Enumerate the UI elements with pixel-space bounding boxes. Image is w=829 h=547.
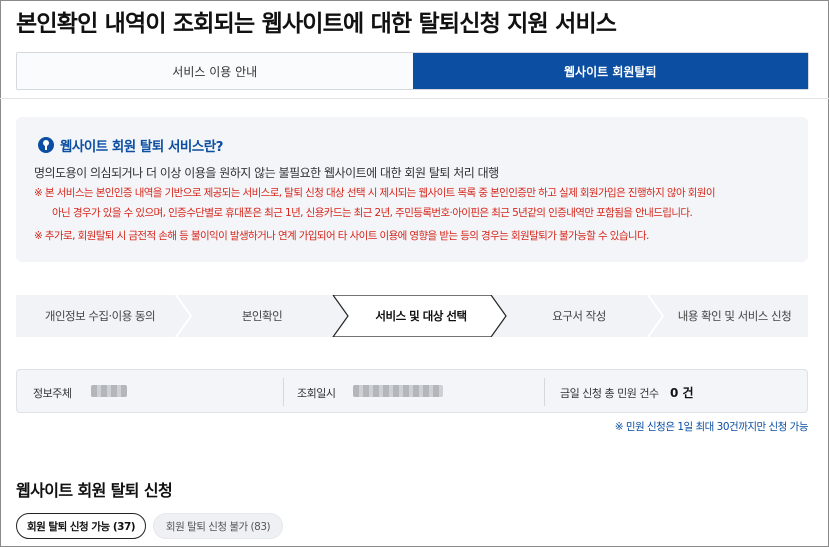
tab-service-guide[interactable]: 서비스 이용 안내 xyxy=(17,53,413,89)
count-label: 금일 신청 총 민원 건수 xyxy=(560,387,659,400)
progress-steps: 개인정보 수집·이용 동의 본인확인 서비스 및 대상 선택 요구서 작성 내용… xyxy=(16,295,808,337)
warning-note-1: ※ 본 서비스는 본인인증 내역을 기반으로 제공되는 서비스로, 탈퇴 신청 … xyxy=(34,187,716,199)
filter-unavailable-chip[interactable]: 회원 탈퇴 신청 불가 (83) xyxy=(153,513,283,539)
service-info-box: 웹사이트 회원 탈퇴 서비스란? 명의도용이 의심되거나 더 이상 이용을 원하… xyxy=(16,117,808,262)
summary-divider-1 xyxy=(283,378,284,406)
daily-limit-note: ※ 민원 신청은 1일 최대 30건까지만 신청 가능 xyxy=(614,421,809,433)
step-write-request: 요구서 작성 xyxy=(552,309,606,323)
tab-bar: 서비스 이용 안내 웹사이트 회원탈퇴 xyxy=(16,52,809,90)
key-icon xyxy=(38,137,54,153)
step-select-service: 서비스 및 대상 선택 xyxy=(375,309,467,323)
step-identity: 본인확인 xyxy=(241,309,283,323)
warning-note-2: ※ 추가로, 회원탈퇴 시 금전적 손해 등 불이익이 발생하거나 연계 가입되… xyxy=(34,230,649,242)
date-value-masked xyxy=(353,385,443,397)
info-header: 웹사이트 회원 탈퇴 서비스란? xyxy=(38,135,223,155)
info-description: 명의도용이 의심되거나 더 이상 이용을 원하지 않는 불필요한 웹사이트에 대… xyxy=(34,166,499,180)
step-confirm-apply: 내용 확인 및 서비스 신청 xyxy=(677,309,792,323)
tab-website-withdrawal[interactable]: 웹사이트 회원탈퇴 xyxy=(412,53,808,89)
section-title: 웹사이트 회원 탈퇴 신청 xyxy=(16,481,173,500)
summary-bar: 정보주체 조회일시 금일 신청 총 민원 건수 0 건 xyxy=(16,369,808,413)
info-title: 웹사이트 회원 탈퇴 서비스란? xyxy=(60,139,223,155)
warning-note-1-continued: 아닌 경우가 있을 수 있으며, 인증수단별로 휴대폰은 최근 1년, 신용카드… xyxy=(52,207,693,219)
summary-divider-2 xyxy=(544,378,545,406)
filter-available-chip[interactable]: 회원 탈퇴 신청 가능 (37) xyxy=(16,513,146,539)
step-consent: 개인정보 수집·이용 동의 xyxy=(44,309,156,323)
divider xyxy=(0,98,829,99)
subject-label: 정보주체 xyxy=(33,387,72,400)
count-value: 0 건 xyxy=(670,386,694,400)
date-label: 조회일시 xyxy=(297,387,336,400)
page-title: 본인확인 내역이 조회되는 웹사이트에 대한 탈퇴신청 지원 서비스 xyxy=(16,11,617,37)
subject-value-masked xyxy=(91,385,127,397)
